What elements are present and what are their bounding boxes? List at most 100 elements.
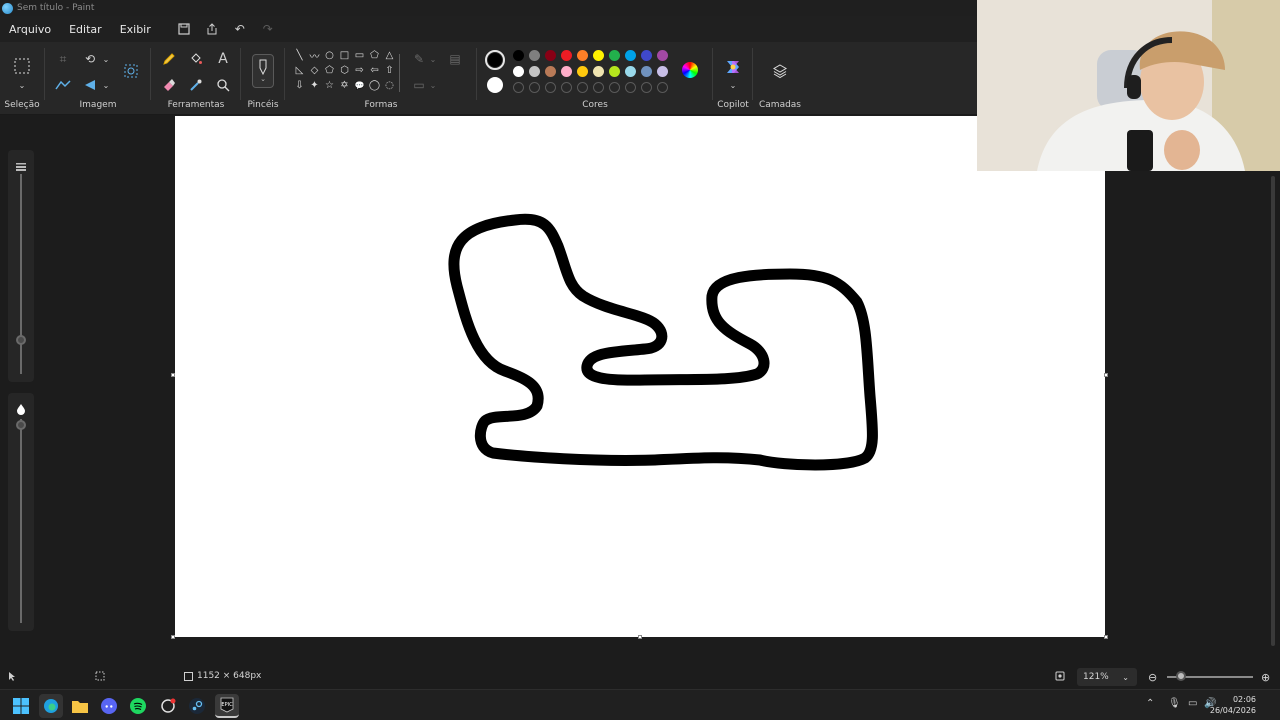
text-tool-icon[interactable]: A bbox=[214, 50, 232, 68]
custom-color-slot[interactable] bbox=[577, 82, 588, 93]
custom-color-slot[interactable] bbox=[593, 82, 604, 93]
zoom-dropdown[interactable]: 121% ⌄ bbox=[1077, 668, 1137, 686]
color-swatch[interactable] bbox=[545, 50, 556, 61]
shape-star-five[interactable]: ☆ bbox=[322, 78, 337, 93]
chevron-down-icon[interactable]: ⌄ bbox=[424, 50, 442, 68]
shape-curve[interactable]: 〰 bbox=[307, 48, 322, 63]
shape-oval[interactable]: ○ bbox=[322, 48, 337, 63]
custom-color-slot[interactable] bbox=[561, 82, 572, 93]
custom-color-slot[interactable] bbox=[657, 82, 668, 93]
shape-line[interactable]: ╲ bbox=[292, 48, 307, 63]
discord-icon[interactable] bbox=[97, 694, 121, 718]
custom-color-slot[interactable] bbox=[529, 82, 540, 93]
slider-thumb[interactable] bbox=[16, 420, 26, 430]
color-swatch[interactable] bbox=[609, 50, 620, 61]
color-swatch[interactable] bbox=[529, 50, 540, 61]
menu-arquivo[interactable]: Arquivo bbox=[0, 23, 60, 36]
chatgpt-icon[interactable] bbox=[156, 694, 180, 718]
spotify-icon[interactable] bbox=[126, 694, 150, 718]
menu-exibir[interactable]: Exibir bbox=[111, 23, 160, 36]
shape-diamond[interactable]: ◇ bbox=[307, 63, 322, 78]
taskbar-clock[interactable]: 02:06 26/04/2026 bbox=[1210, 694, 1256, 716]
color-swatch[interactable] bbox=[513, 50, 524, 61]
image-resize-icon[interactable] bbox=[122, 62, 140, 80]
selection-rect-icon[interactable] bbox=[12, 56, 32, 76]
color-swatch[interactable] bbox=[577, 50, 588, 61]
zoom-slider-thumb[interactable] bbox=[1176, 671, 1186, 681]
canvas-resize-handle[interactable] bbox=[638, 635, 642, 639]
color-swatch[interactable] bbox=[561, 66, 572, 77]
epic-games-icon[interactable]: EPIC bbox=[215, 694, 239, 718]
shape-hexagon[interactable]: ⬡ bbox=[337, 63, 352, 78]
shape-rectangle[interactable]: □ bbox=[337, 48, 352, 63]
shape-arrow-up[interactable]: ⇧ bbox=[382, 63, 397, 78]
custom-color-slot[interactable] bbox=[513, 82, 524, 93]
shape-polygon[interactable]: ⬠ bbox=[367, 48, 382, 63]
fill-bucket-icon[interactable] bbox=[187, 50, 205, 68]
slider-thumb[interactable] bbox=[16, 335, 26, 345]
save-icon[interactable] bbox=[170, 16, 198, 42]
shape-rounded-rectangle[interactable]: ▭ bbox=[352, 48, 367, 63]
network-icon[interactable]: ▭ bbox=[1188, 698, 1197, 709]
vertical-scrollbar[interactable] bbox=[1271, 176, 1275, 646]
windows-start-icon[interactable] bbox=[9, 694, 33, 718]
opacity-slider[interactable] bbox=[8, 393, 34, 631]
custom-color-slot[interactable] bbox=[641, 82, 652, 93]
custom-color-slot[interactable] bbox=[625, 82, 636, 93]
canvas-resize-handle[interactable] bbox=[1104, 373, 1108, 377]
background-removal-icon[interactable] bbox=[54, 76, 72, 94]
shape-star-six[interactable]: ✡ bbox=[337, 78, 352, 93]
share-icon[interactable] bbox=[198, 16, 226, 42]
edge-icon[interactable] bbox=[39, 694, 63, 718]
microphone-icon[interactable]: 🎙 bbox=[1168, 698, 1181, 709]
copilot-icon[interactable] bbox=[724, 58, 742, 76]
brush-size-slider[interactable] bbox=[8, 150, 34, 382]
shape-callout-oval[interactable]: ◯ bbox=[367, 78, 382, 93]
eraser-icon[interactable] bbox=[160, 76, 178, 94]
shape-pentagon[interactable]: ⬠ bbox=[322, 63, 337, 78]
custom-color-slot[interactable] bbox=[609, 82, 620, 93]
shape-fill-icon[interactable]: ▤ bbox=[446, 50, 464, 68]
color-swatch[interactable] bbox=[625, 66, 636, 77]
steam-icon[interactable] bbox=[185, 694, 209, 718]
color-swatch[interactable] bbox=[609, 66, 620, 77]
canvas-resize-handle[interactable] bbox=[171, 373, 175, 377]
shape-arrow-down[interactable]: ⇩ bbox=[292, 78, 307, 93]
chevron-down-icon[interactable]: ⌄ bbox=[13, 76, 31, 94]
magnifier-icon[interactable] bbox=[214, 76, 232, 94]
shape-right-triangle[interactable]: ◺ bbox=[292, 63, 307, 78]
brush-selector-button[interactable]: ⌄ bbox=[252, 54, 274, 88]
color-swatch[interactable] bbox=[545, 66, 556, 77]
color-picker-icon[interactable] bbox=[187, 76, 205, 94]
fit-to-window-icon[interactable] bbox=[1055, 671, 1065, 681]
color-swatch[interactable] bbox=[577, 66, 588, 77]
shape-arrow-left[interactable]: ⇦ bbox=[367, 63, 382, 78]
color-swatch[interactable] bbox=[657, 50, 668, 61]
primary-color-button[interactable] bbox=[485, 50, 505, 70]
redo-icon[interactable]: ↷ bbox=[254, 16, 282, 42]
color-swatch[interactable] bbox=[641, 50, 652, 61]
undo-icon[interactable]: ↶ bbox=[226, 16, 254, 42]
edit-colors-icon[interactable] bbox=[682, 62, 698, 78]
layers-icon[interactable] bbox=[771, 62, 789, 80]
canvas-resize-handle[interactable] bbox=[1104, 635, 1108, 639]
shape-arrow-right[interactable]: ⇨ bbox=[352, 63, 367, 78]
chevron-down-icon[interactable]: ⌄ bbox=[97, 50, 115, 68]
shape-callout-rect[interactable]: 💬 bbox=[352, 78, 367, 93]
file-explorer-icon[interactable] bbox=[68, 694, 92, 718]
zoom-out-icon[interactable]: ⊖ bbox=[1148, 671, 1157, 684]
color-swatch[interactable] bbox=[641, 66, 652, 77]
chevron-down-icon[interactable]: ⌄ bbox=[97, 76, 115, 94]
canvas-resize-handle[interactable] bbox=[171, 635, 175, 639]
shape-triangle[interactable]: △ bbox=[382, 48, 397, 63]
drawing-canvas[interactable] bbox=[175, 116, 1105, 637]
pencil-icon[interactable] bbox=[160, 50, 178, 68]
color-swatch[interactable] bbox=[529, 66, 540, 77]
color-swatch[interactable] bbox=[593, 50, 604, 61]
color-swatch[interactable] bbox=[513, 66, 524, 77]
crop-icon[interactable]: ⌗ bbox=[54, 50, 72, 68]
chevron-down-icon[interactable]: ⌄ bbox=[724, 76, 742, 94]
chevron-down-icon[interactable]: ⌄ bbox=[424, 76, 442, 94]
shape-star-four[interactable]: ✦ bbox=[307, 78, 322, 93]
custom-color-slot[interactable] bbox=[545, 82, 556, 93]
